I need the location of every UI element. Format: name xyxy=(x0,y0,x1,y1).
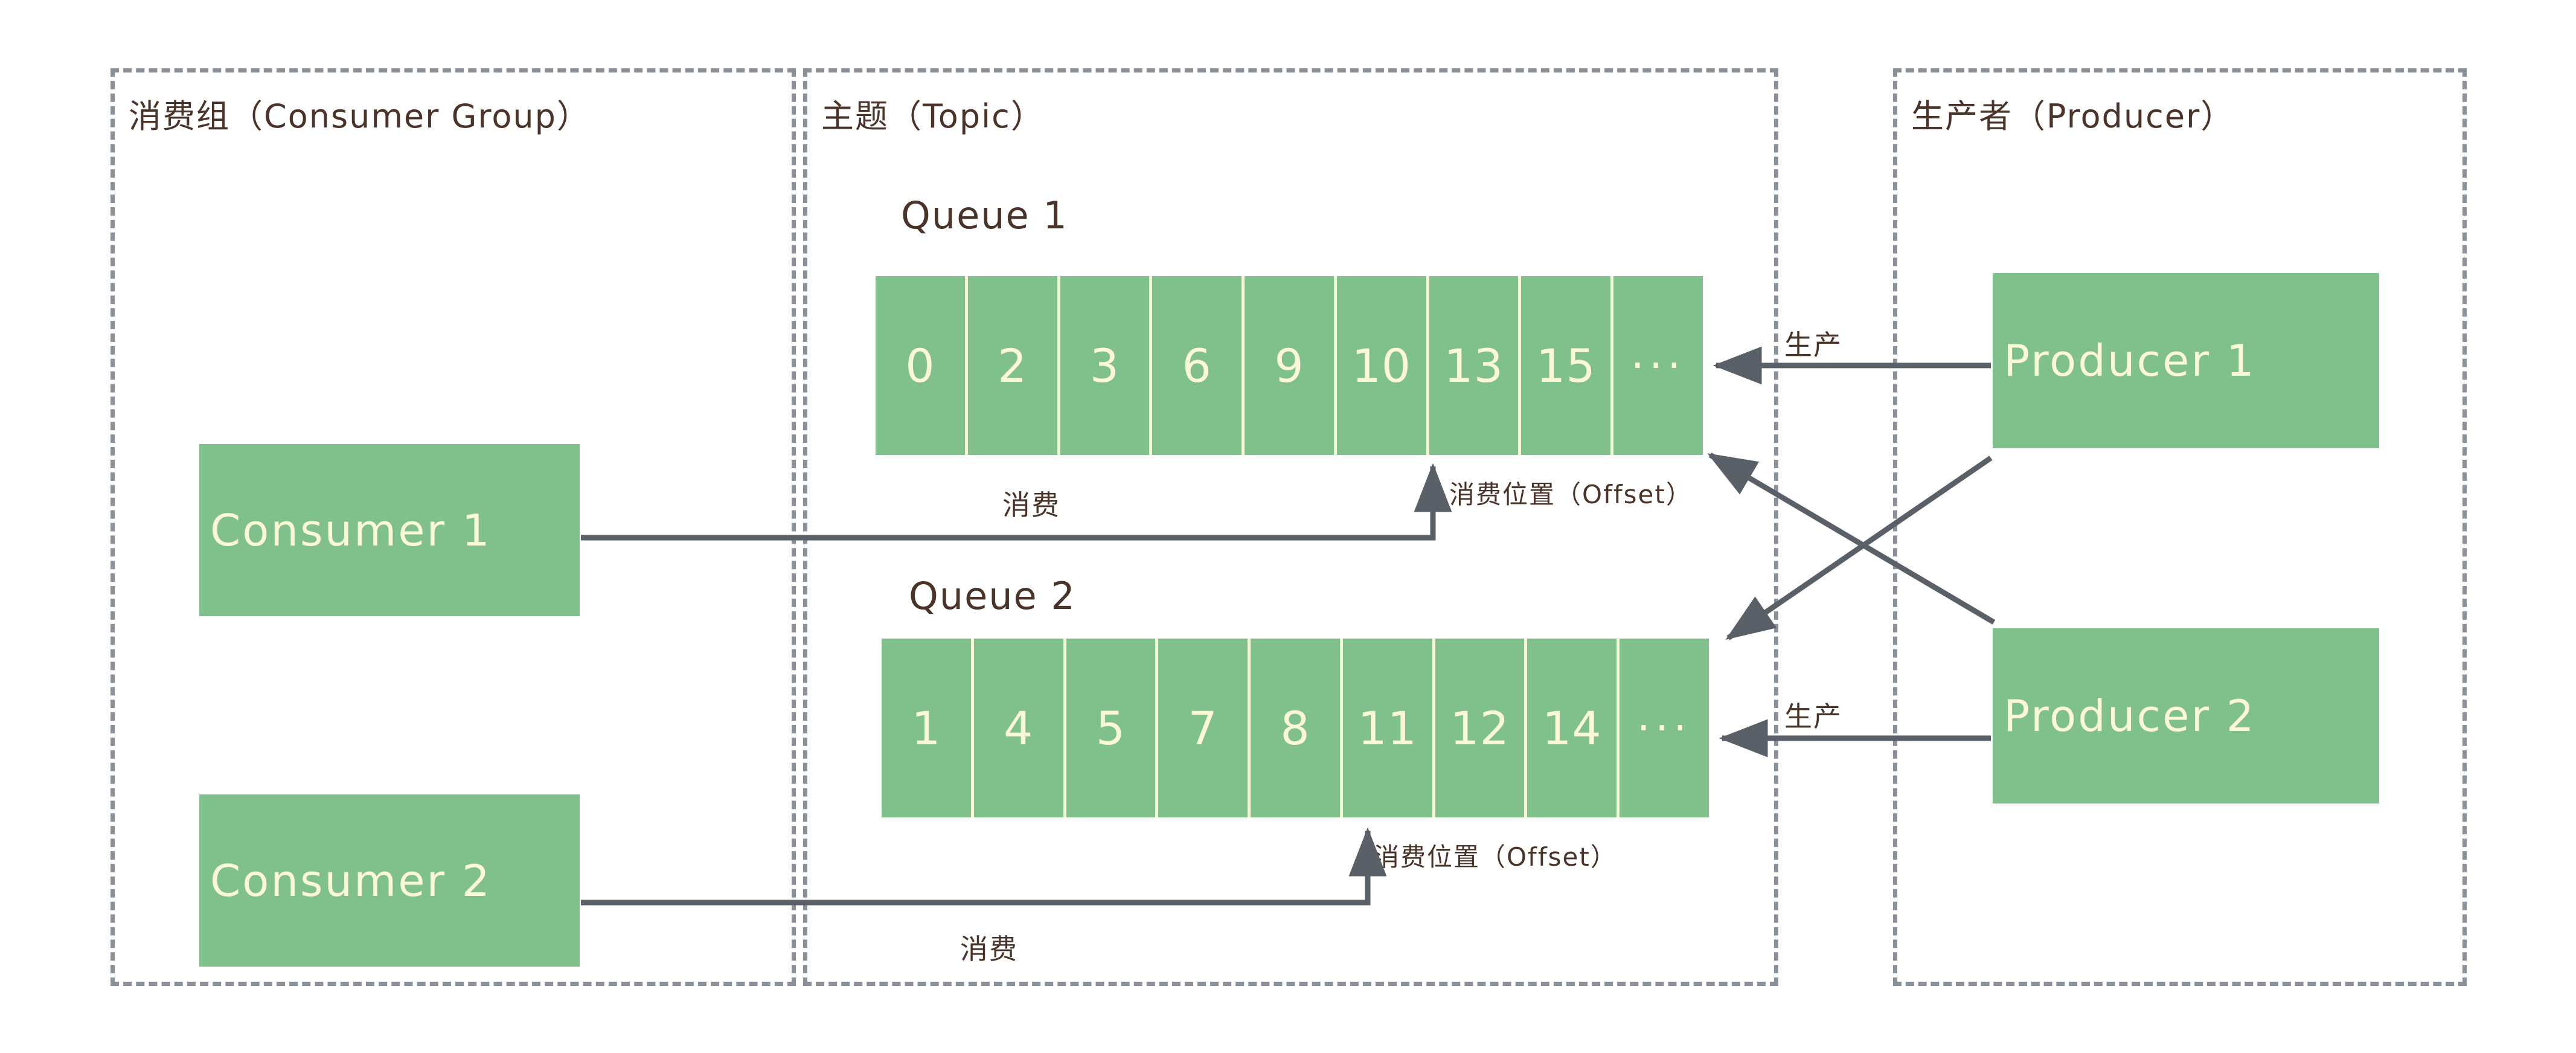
diagram-canvas: 消费组（Consumer Group） 主题（Topic） 生产者（Produc… xyxy=(0,0,2576,1053)
queue-1-cell[interactable]: 13 xyxy=(1429,276,1522,455)
consumer-label-2: Consumer 2 xyxy=(210,855,492,906)
queue-1-offset-label: 消费位置（Offset） xyxy=(1449,480,1693,509)
queue-1-produce-label: 生产 xyxy=(1784,329,1842,361)
queue-2-cell[interactable]: 7 xyxy=(1158,639,1251,817)
queue-2-cell[interactable]: 1 xyxy=(882,639,974,817)
queue-1-cell[interactable]: 0 xyxy=(876,276,968,455)
panel-consumer-group-title: 消费组（Consumer Group） xyxy=(129,97,591,135)
producer-label-1: Producer 1 xyxy=(2004,335,2256,386)
consumer-label-1: Consumer 1 xyxy=(210,504,492,556)
consumer-box-2[interactable]: Consumer 2 xyxy=(199,794,580,967)
panel-producer xyxy=(1893,68,2467,986)
producer-box-2[interactable]: Producer 2 xyxy=(1993,628,2379,803)
queue-2-produce-label: 生产 xyxy=(1784,700,1842,733)
queue-2-cell[interactable]: 14 xyxy=(1527,639,1620,817)
queue-2: 1 4 5 7 8 11 12 14 ··· xyxy=(882,639,1709,817)
queue-1-consume-label: 消费 xyxy=(1002,489,1060,521)
panel-topic-title: 主题（Topic） xyxy=(821,97,1045,135)
queue-1: 0 2 3 6 9 10 13 15 ··· xyxy=(876,276,1703,455)
queue-1-cell[interactable]: 2 xyxy=(968,276,1060,455)
queue-2-consume-label: 消费 xyxy=(960,933,1018,965)
producer-box-1[interactable]: Producer 1 xyxy=(1993,273,2379,448)
queue-1-cell-ellipsis: ··· xyxy=(1630,341,1686,390)
consumer-box-1[interactable]: Consumer 1 xyxy=(199,444,580,616)
queue-label-1: Queue 1 xyxy=(901,193,1068,237)
queue-2-cell[interactable]: 4 xyxy=(974,639,1066,817)
queue-1-cell[interactable]: 6 xyxy=(1152,276,1245,455)
queue-2-cell-ellipsis: ··· xyxy=(1636,703,1692,753)
queue-1-cell[interactable]: 15 xyxy=(1521,276,1614,455)
panel-producer-title: 生产者（Producer） xyxy=(1911,97,2235,135)
producer-label-2: Producer 2 xyxy=(2004,691,2256,741)
queue-2-cell[interactable]: 12 xyxy=(1435,639,1528,817)
queue-1-cell[interactable]: 3 xyxy=(1060,276,1153,455)
queue-1-cell[interactable]: 9 xyxy=(1245,276,1337,455)
queue-label-2: Queue 2 xyxy=(909,574,1076,618)
queue-2-offset-label: 消费位置（Offset） xyxy=(1374,842,1617,872)
queue-2-cell[interactable]: 11 xyxy=(1343,639,1435,817)
queue-2-cell[interactable]: 8 xyxy=(1251,639,1343,817)
queue-2-cell[interactable]: 5 xyxy=(1066,639,1159,817)
queue-1-cell[interactable]: 10 xyxy=(1337,276,1429,455)
